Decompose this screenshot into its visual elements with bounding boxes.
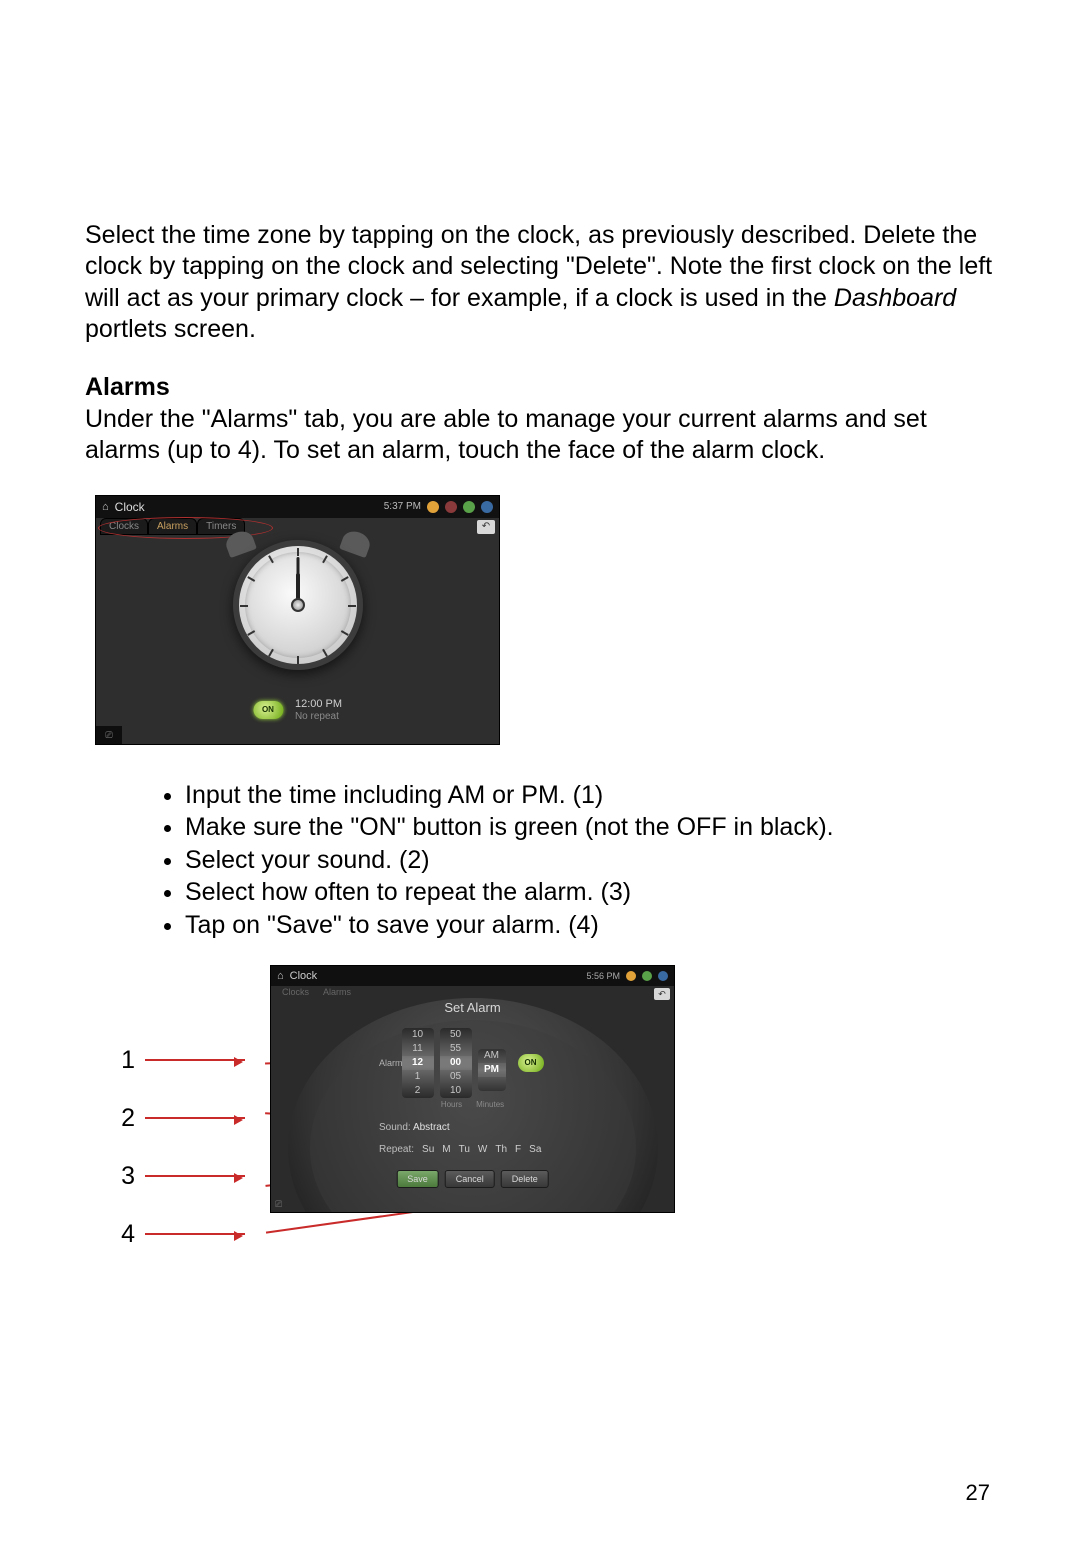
list-item: Make sure the "ON" button is green (not … [185,811,995,844]
alarm-on-toggle[interactable]: ON [253,701,283,719]
list-item: Select how often to repeat the alarm. (3… [185,876,995,909]
app-title: Clock [115,500,145,514]
intro-paragraph: Select the time zone by tapping on the c… [85,220,995,345]
statusbar: ⌂ Clock 5:37 PM [96,496,499,518]
status-icon [642,971,652,981]
list-item: Input the time including AM or PM. (1) [185,779,995,812]
bell-icon [339,527,373,557]
tab-alarms[interactable]: Alarms [316,986,358,998]
wheel-captions: Hours Minutes [441,1100,504,1109]
repeat-day[interactable]: Th [495,1144,507,1155]
callout-arrow [145,1117,245,1119]
intro-text-b: portlets screen. [85,315,256,343]
screenshot-set-alarm-group: 1 2 3 4 ⌂ Clock 5:56 PM Clocks Alarms ↶ [115,965,815,1213]
ampm-wheel[interactable]: AM PM [478,1049,506,1091]
dock-icon[interactable]: ⎚ [275,1199,282,1210]
tab-clocks[interactable]: Clocks [100,518,148,535]
app-title: Clock [290,970,318,982]
sound-row[interactable]: Sound: Abstract [379,1122,450,1133]
dock-icon[interactable]: ⎚ [96,726,122,744]
status-icon [481,501,493,513]
callout-arrow [145,1059,245,1061]
repeat-day[interactable]: W [478,1144,487,1155]
callout-number: 2 [115,1104,135,1133]
tab-bar: Clocks Alarms [275,986,358,998]
minutes-caption: Minutes [476,1100,504,1109]
clock-face[interactable] [233,540,363,670]
alarm-clock[interactable] [208,526,388,670]
alarms-heading: Alarms [85,373,995,402]
time-picker: 10 11 12 1 2 50 55 00 05 10 AM PM ON [402,1028,544,1098]
statusbar-time: 5:37 PM [384,501,421,512]
alarms-paragraph: Under the "Alarms" tab, you are able to … [85,404,995,467]
screenshot-set-alarm: ⌂ Clock 5:56 PM Clocks Alarms ↶ Set Alar… [270,965,675,1213]
instruction-list: Input the time including AM or PM. (1) M… [165,779,995,942]
statusbar: ⌂ Clock 5:56 PM [271,966,674,986]
status-icon [658,971,668,981]
home-icon: ⌂ [102,501,109,513]
sound-value: Abstract [413,1122,450,1133]
repeat-label: Repeat: [379,1144,414,1155]
repeat-day[interactable]: Sa [529,1144,541,1155]
status-icon [626,971,636,981]
callout-number: 1 [115,1046,135,1075]
back-button[interactable]: ↶ [654,988,670,1000]
sound-label: Sound: [379,1122,411,1133]
callout-number: 3 [115,1162,135,1191]
alarm-on-toggle[interactable]: ON [518,1054,544,1072]
back-button[interactable]: ↶ [477,520,495,534]
tab-alarms[interactable]: Alarms [148,518,197,535]
hours-wheel[interactable]: 10 11 12 1 2 [402,1028,434,1098]
cancel-button[interactable]: Cancel [445,1170,495,1188]
repeat-row: Repeat: Su M Tu W Th F Sa [379,1144,541,1155]
dialog-button-row: Save Cancel Delete [396,1170,549,1188]
statusbar-time: 5:56 PM [586,971,620,981]
status-icon [427,501,439,513]
intro-text-italic: Dashboard [834,284,956,312]
status-icon [463,501,475,513]
repeat-day[interactable]: Su [422,1144,434,1155]
bell-icon [223,527,257,557]
screenshot-alarms-tab: ⌂ Clock 5:37 PM Clocks Alarms Timers ↶ [95,495,500,745]
page-number: 27 [966,1480,990,1506]
tab-clocks[interactable]: Clocks [275,986,316,998]
list-item: Tap on "Save" to save your alarm. (4) [185,909,995,942]
repeat-day[interactable]: M [442,1144,450,1155]
clock-pivot [291,598,305,612]
dialog-title: Set Alarm [444,1000,500,1015]
callout-number: 4 [115,1220,135,1249]
list-item: Select your sound. (2) [185,844,995,877]
callout-arrow [145,1233,245,1235]
status-icon [445,501,457,513]
hours-caption: Hours [441,1100,462,1109]
repeat-day[interactable]: Tu [459,1144,470,1155]
alarm-time-label: 12:00 PM [295,698,342,710]
delete-button[interactable]: Delete [501,1170,549,1188]
minutes-wheel[interactable]: 50 55 00 05 10 [440,1028,472,1098]
save-button[interactable]: Save [396,1170,439,1188]
alarm-repeat-label: No repeat [295,711,342,722]
repeat-day[interactable]: F [515,1144,521,1155]
callout-arrow [145,1175,245,1177]
home-icon: ⌂ [277,970,284,982]
alarm-info: 12:00 PM No repeat [295,698,342,721]
